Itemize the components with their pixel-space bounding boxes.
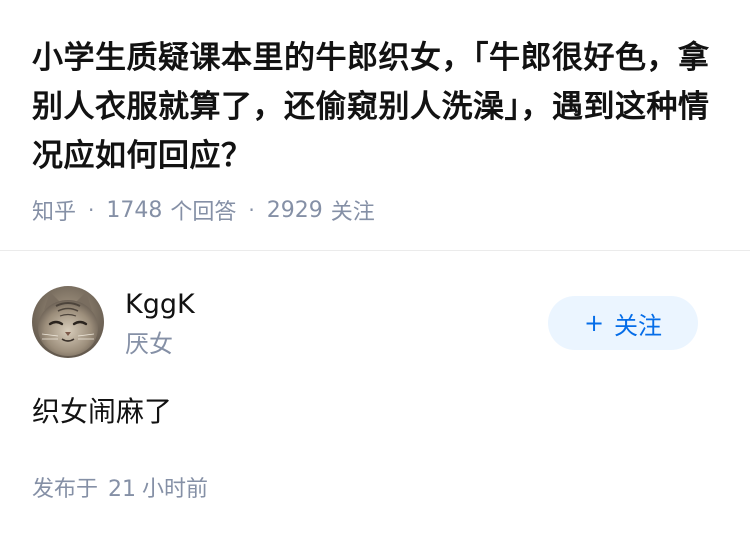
question-meta: 知乎 · 1748 个回答 · 2929 关注 bbox=[32, 194, 722, 226]
follow-button-label: 关注 bbox=[614, 311, 663, 340]
cat-avatar-icon[interactable] bbox=[32, 286, 104, 358]
source-label[interactable]: 知乎 bbox=[32, 194, 76, 226]
time-prefix: 发布于 bbox=[32, 477, 99, 502]
follower-count-label[interactable]: 关注 bbox=[331, 194, 375, 226]
answer-count[interactable]: 1748 bbox=[106, 198, 162, 223]
plus-icon: + bbox=[583, 309, 605, 337]
question-header: 小学生质疑课本里的牛郎织女，「牛郎很好色，拿别人衣服就算了，还偷窥别人洗澡」，遇… bbox=[32, 34, 722, 226]
follow-button[interactable]: + 关注 bbox=[548, 296, 698, 350]
author-bio: 厌女 bbox=[125, 330, 173, 358]
answer-publish-time: 发布于 21 小时前 bbox=[32, 474, 208, 506]
answer-author-bar: KggK 厌女 + 关注 bbox=[32, 286, 698, 362]
meta-separator: · bbox=[88, 198, 95, 222]
meta-separator: · bbox=[248, 198, 255, 222]
answer-content[interactable]: 织女闹麻了 bbox=[32, 392, 172, 432]
answer-count-label[interactable]: 个回答 bbox=[170, 194, 236, 226]
question-title[interactable]: 小学生质疑课本里的牛郎织女，「牛郎很好色，拿别人衣服就算了，还偷窥别人洗澡」，遇… bbox=[32, 34, 722, 181]
section-divider bbox=[0, 250, 750, 251]
author-name[interactable]: KggK bbox=[125, 288, 195, 322]
follower-count[interactable]: 2929 bbox=[267, 198, 323, 223]
time-unit: 小时前 bbox=[142, 477, 209, 502]
time-value: 21 bbox=[108, 477, 137, 502]
